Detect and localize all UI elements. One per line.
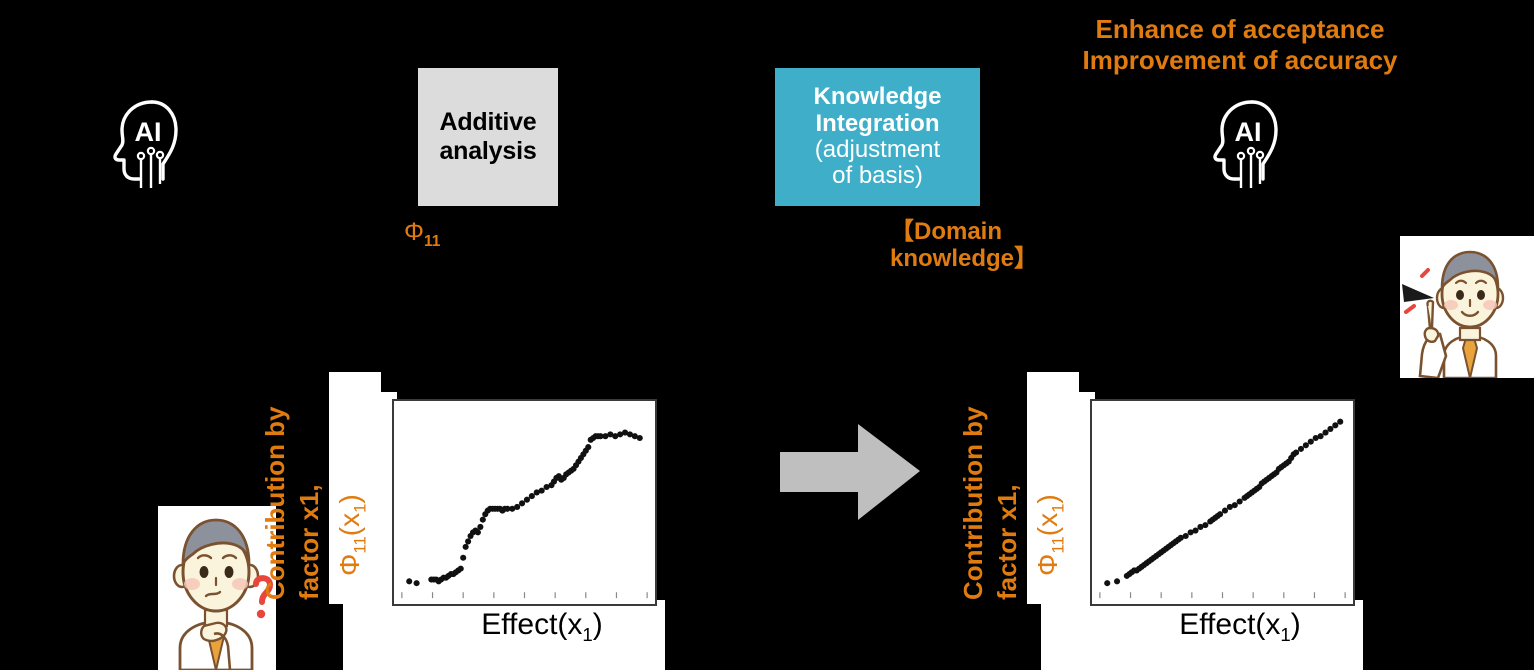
- data-point: [514, 503, 521, 511]
- data-point: [1221, 507, 1229, 514]
- chart-after[interactable]: [1090, 399, 1355, 606]
- data-point: [538, 487, 545, 494]
- data-point: [406, 578, 413, 585]
- domain-knowledge-line-1: 【Domain: [890, 218, 1003, 245]
- chart-before-ylabel-phi: Φ11(x1): [334, 494, 370, 576]
- chart-after-points: [1104, 418, 1344, 587]
- data-point: [1337, 418, 1344, 425]
- chart-before-ylabel-line-2: factor x1,: [294, 484, 324, 600]
- phi-sub-right: 11: [1048, 536, 1068, 554]
- chart-after-ylabel-line-2: factor x1,: [992, 484, 1022, 600]
- phi-subscript: 11: [423, 233, 441, 250]
- data-point: [528, 493, 535, 500]
- chart-before-points: [406, 429, 643, 587]
- data-point: [1317, 433, 1324, 440]
- data-point: [1182, 532, 1189, 540]
- data-point: [479, 516, 486, 523]
- chart-before-xlabel-sub: 1: [582, 624, 593, 645]
- chart-before-ylabel-line-1: Contribution by: [260, 406, 290, 600]
- data-point: [477, 523, 484, 530]
- chart-after-xlabel-text: Effect(x: [1179, 608, 1281, 641]
- data-point: [474, 529, 481, 536]
- phi-sub: 11: [350, 536, 370, 554]
- phi-arg-right: (x: [1032, 512, 1063, 537]
- knowledge-integration-line-2: Integration: [815, 109, 940, 137]
- chart-after-xticks: [1099, 592, 1346, 599]
- phi-arg-sub: 1: [350, 503, 370, 513]
- chart-after-ylabel-phi: Φ11(x1): [1032, 494, 1068, 576]
- data-point: [1231, 502, 1238, 509]
- data-point: [1293, 449, 1300, 456]
- data-point: [465, 538, 472, 545]
- chart-before-ylabel: Contribution by: [260, 406, 290, 600]
- insight-person-icon: [1400, 236, 1534, 378]
- benefit-headline: Enhance of acceptance Improvement of acc…: [1040, 14, 1440, 75]
- data-point: [1113, 578, 1121, 585]
- chart-after-xlabel-sub: 1: [1280, 624, 1291, 645]
- domain-knowledge-caption: 【Domain knowledge】: [890, 218, 1090, 273]
- knowledge-integration-line-1: Knowledge: [813, 83, 942, 111]
- chart-before-xticks: [401, 592, 648, 599]
- data-point: [1327, 425, 1334, 432]
- data-point: [413, 580, 420, 587]
- domain-knowledge-line-2: knowledge】: [890, 244, 1039, 272]
- phi-arg-close: ): [334, 494, 365, 504]
- data-point: [636, 434, 643, 442]
- additive-analysis-line-1: Additive: [439, 107, 537, 136]
- chart-before-plot: [401, 429, 648, 599]
- data-point: [585, 444, 592, 451]
- data-point: [1104, 580, 1111, 587]
- chart-before-xlabel: Effect(x1): [432, 608, 652, 646]
- data-point: [1192, 527, 1199, 534]
- confused-person-icon: [158, 506, 276, 670]
- data-point: [460, 554, 467, 561]
- phi-symbol: Φ: [404, 218, 424, 246]
- knowledge-integration-box[interactable]: Knowledge Integration (adjustment of bas…: [775, 68, 980, 206]
- data-point: [1216, 511, 1224, 518]
- phi-arg-sub-right: 1: [1048, 503, 1068, 513]
- data-point: [457, 565, 464, 572]
- data-point: [518, 500, 526, 507]
- ai-head-icon-right: AI: [1208, 96, 1286, 192]
- data-point: [1302, 442, 1309, 449]
- data-point: [1322, 429, 1329, 436]
- phi-glyph-right: Φ: [1032, 553, 1063, 576]
- chart-after-ylabel-line-1: Contribution by: [958, 406, 988, 600]
- chart-before-ylabel-2: factor x1,: [294, 484, 324, 600]
- chart-before-xlabel-close: ): [592, 608, 603, 641]
- data-point: [462, 543, 469, 550]
- slide-canvas: Enhance of acceptance Improvement of acc…: [0, 0, 1534, 670]
- ai-head-icon: AI: [108, 96, 186, 192]
- svg-text:AI: AI: [1235, 117, 1262, 147]
- data-point: [1297, 445, 1305, 452]
- data-point: [523, 496, 531, 503]
- chart-after-plot: [1099, 418, 1346, 599]
- chart-after-xlabel-close: ): [1290, 608, 1301, 641]
- svg-text:AI: AI: [135, 117, 162, 147]
- chart-before-xlabel-text: Effect(x: [481, 608, 583, 641]
- phi-glyph: Φ: [334, 553, 365, 576]
- chart-after-ylabel: Contribution by: [958, 406, 988, 600]
- benefit-line-1: Enhance of acceptance: [1095, 14, 1385, 44]
- data-point: [1307, 438, 1314, 445]
- chart-after-ylabel-2: factor x1,: [992, 484, 1022, 600]
- additive-analysis-line-2: analysis: [439, 137, 537, 165]
- additive-phi-caption: Φ11: [404, 218, 440, 251]
- phi-arg: (x: [334, 512, 365, 537]
- chart-after-xlabel: Effect(x1): [1130, 608, 1350, 646]
- knowledge-integration-line-3: (adjustment: [814, 136, 941, 163]
- data-point: [1236, 498, 1243, 505]
- benefit-line-2: Improvement of accuracy: [1082, 44, 1398, 75]
- phi-arg-close-right: ): [1032, 494, 1063, 504]
- data-point: [1332, 422, 1339, 429]
- right-arrow-icon: [780, 424, 920, 524]
- data-point: [1202, 522, 1209, 529]
- knowledge-integration-line-4: of basis): [832, 162, 923, 190]
- chart-before[interactable]: [392, 399, 657, 606]
- additive-analysis-box[interactable]: Additive analysis: [418, 68, 558, 206]
